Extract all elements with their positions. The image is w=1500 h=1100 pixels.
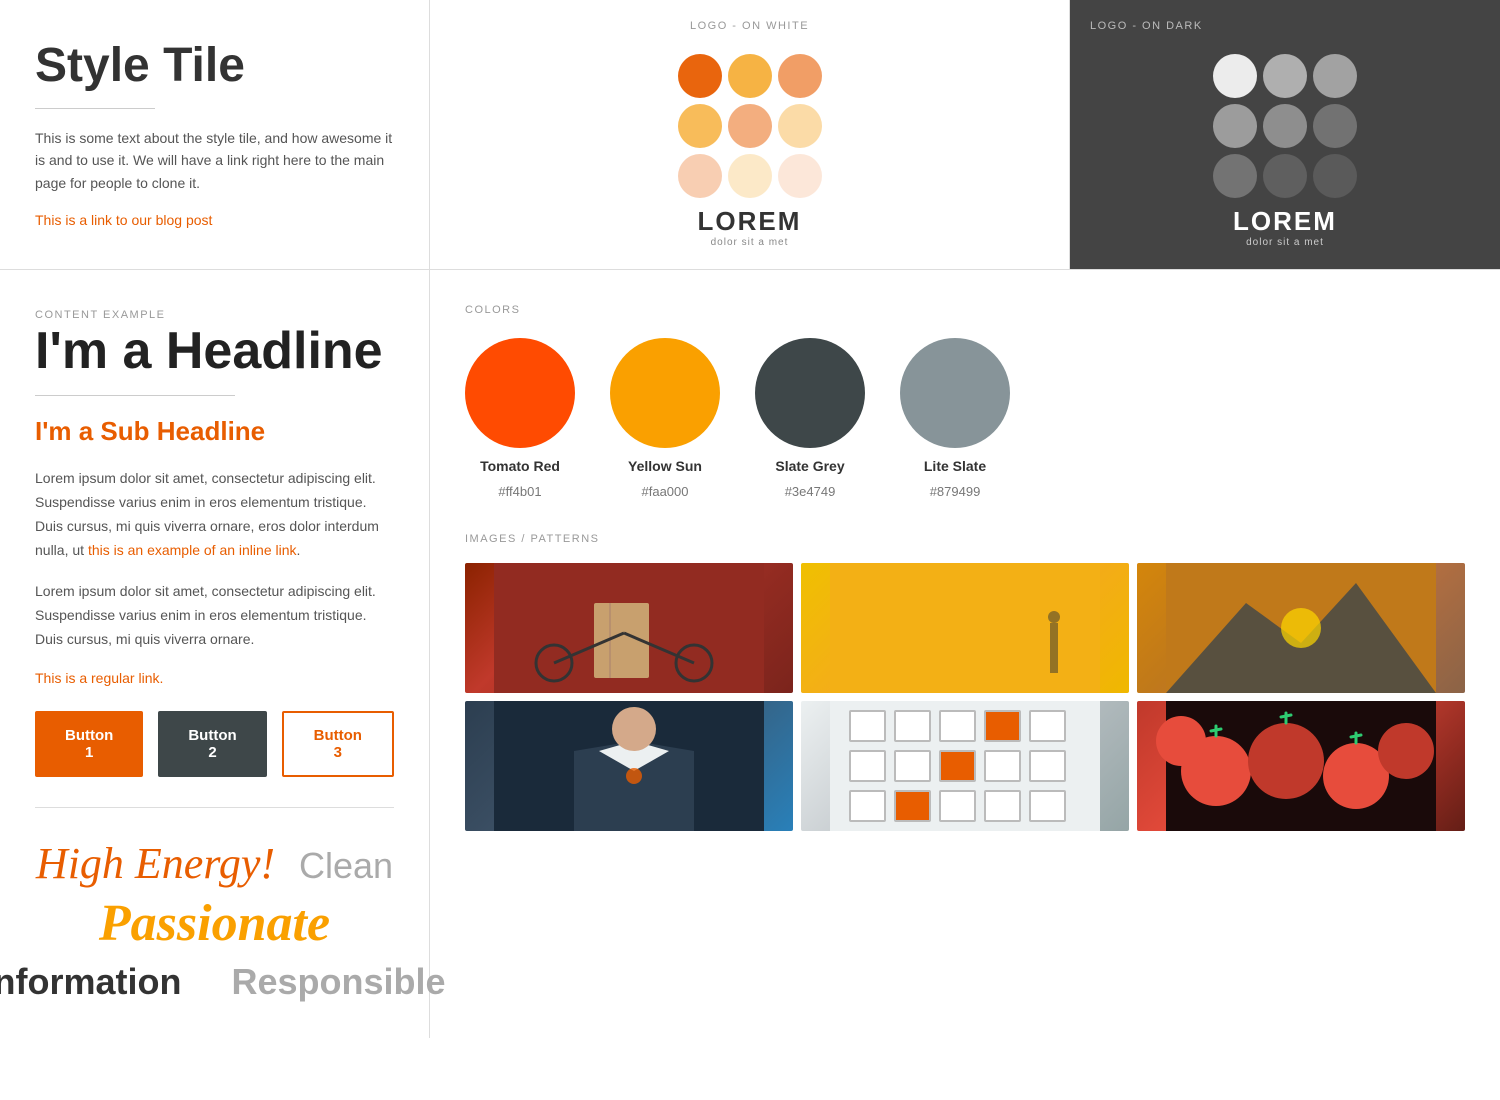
logo-dark-svg bbox=[1205, 46, 1365, 206]
color-item-yellow-sun: Yellow Sun #faa000 bbox=[610, 338, 720, 499]
page-title: Style Tile bbox=[35, 40, 394, 93]
image-heart-sunset bbox=[1137, 563, 1465, 693]
content-body-2: Lorem ipsum dolor sit amet, consectetur … bbox=[35, 580, 394, 651]
blog-post-link[interactable]: This is a link to our blog post bbox=[35, 212, 212, 228]
color-hex-slate-grey: #3e4749 bbox=[785, 484, 836, 499]
image-tomatoes-svg bbox=[1137, 701, 1465, 831]
content-example-label: CONTENT EXAMPLE bbox=[35, 309, 166, 321]
images-section: IMAGES / PATTERNS bbox=[465, 529, 1465, 831]
color-hex-tomato-red: #ff4b01 bbox=[498, 484, 541, 499]
typography-section: High Energy! Clean Passionate Informatio… bbox=[35, 838, 394, 1003]
color-hex-lite-slate: #879499 bbox=[930, 484, 981, 499]
color-swatch-yellow-sun bbox=[610, 338, 720, 448]
image-person-svg bbox=[465, 701, 793, 831]
color-swatch-lite-slate bbox=[900, 338, 1010, 448]
typo-clean: Clean bbox=[299, 845, 393, 886]
logo-dark-subtext: dolor sit a met bbox=[1246, 237, 1324, 248]
button-3[interactable]: Button 3 bbox=[282, 711, 394, 777]
images-label: IMAGES / PATTERNS bbox=[465, 533, 600, 545]
color-swatch-tomato-red bbox=[465, 338, 575, 448]
logo-dark-text: LOREM bbox=[1233, 206, 1337, 237]
typo-information: Information bbox=[0, 961, 181, 1003]
logo-white-label: LOGO - ON WHITE bbox=[690, 20, 809, 32]
images-grid bbox=[465, 563, 1465, 831]
logo-white-subtext: dolor sit a met bbox=[711, 237, 789, 248]
colors-section: COLORS Tomato Red #ff4b01 Yellow Sun #fa… bbox=[465, 300, 1465, 499]
colors-images-panel: COLORS Tomato Red #ff4b01 Yellow Sun #fa… bbox=[430, 270, 1500, 1038]
logo-white-container: LOREM dolor sit a met bbox=[670, 44, 830, 249]
regular-link[interactable]: This is a regular link. bbox=[35, 670, 163, 686]
image-building-svg bbox=[801, 701, 1129, 831]
typography-line-2: Passionate bbox=[35, 894, 394, 953]
button-2[interactable]: Button 2 bbox=[158, 711, 266, 777]
style-tile-intro: Style Tile This is some text about the s… bbox=[0, 0, 430, 270]
intro-description: This is some text about the style tile, … bbox=[35, 127, 394, 194]
section-divider bbox=[35, 807, 394, 808]
typo-passionate: Passionate bbox=[35, 894, 394, 953]
color-name-lite-slate: Lite Slate bbox=[924, 458, 986, 474]
headline-divider bbox=[35, 395, 235, 396]
buttons-row: Button 1 Button 2 Button 3 bbox=[35, 711, 394, 777]
image-red-wall bbox=[465, 563, 793, 693]
color-hex-yellow-sun: #faa000 bbox=[642, 484, 689, 499]
color-swatch-slate-grey bbox=[755, 338, 865, 448]
title-divider bbox=[35, 108, 155, 109]
logo-white-text: LOREM bbox=[698, 206, 802, 237]
image-building bbox=[801, 701, 1129, 831]
image-heart-svg bbox=[1137, 563, 1465, 693]
color-item-tomato-red: Tomato Red #ff4b01 bbox=[465, 338, 575, 499]
logo-on-dark-panel: LOGO - ON DARK LOREM dolor sit a met bbox=[1070, 0, 1500, 270]
image-yellow-wall-svg bbox=[801, 563, 1129, 693]
colors-row: Tomato Red #ff4b01 Yellow Sun #faa000 Sl… bbox=[465, 338, 1465, 499]
color-item-lite-slate: Lite Slate #879499 bbox=[900, 338, 1010, 499]
colors-label: COLORS bbox=[465, 304, 520, 316]
inline-link[interactable]: this is an example of an inline link bbox=[88, 542, 297, 558]
typography-line-1: High Energy! Clean bbox=[35, 838, 394, 889]
typo-high-energy: High Energy! bbox=[36, 839, 275, 888]
logo-on-white-panel: LOGO - ON WHITE LOREM dolor sit a met bbox=[430, 0, 1070, 270]
content-body-1: Lorem ipsum dolor sit amet, consectetur … bbox=[35, 467, 394, 562]
content-example-panel: CONTENT EXAMPLE I'm a Headline I'm a Sub… bbox=[0, 270, 430, 1038]
image-person bbox=[465, 701, 793, 831]
logo-dark-label: LOGO - ON DARK bbox=[1090, 20, 1203, 32]
image-tomatoes bbox=[1137, 701, 1465, 831]
logo-white-svg bbox=[670, 46, 830, 206]
color-name-yellow-sun: Yellow Sun bbox=[628, 458, 702, 474]
color-name-slate-grey: Slate Grey bbox=[775, 458, 844, 474]
image-yellow-wall bbox=[801, 563, 1129, 693]
content-headline: I'm a Headline bbox=[35, 323, 394, 380]
logo-dark-container: LOREM dolor sit a met bbox=[1205, 44, 1365, 249]
color-item-slate-grey: Slate Grey #3e4749 bbox=[755, 338, 865, 499]
content-subheadline: I'm a Sub Headline bbox=[35, 416, 394, 447]
color-name-tomato-red: Tomato Red bbox=[480, 458, 560, 474]
button-1[interactable]: Button 1 bbox=[35, 711, 143, 777]
typography-line-3: Information Responsible bbox=[35, 961, 394, 1003]
typo-responsible: Responsible bbox=[231, 961, 445, 1003]
image-red-wall-svg bbox=[465, 563, 793, 693]
